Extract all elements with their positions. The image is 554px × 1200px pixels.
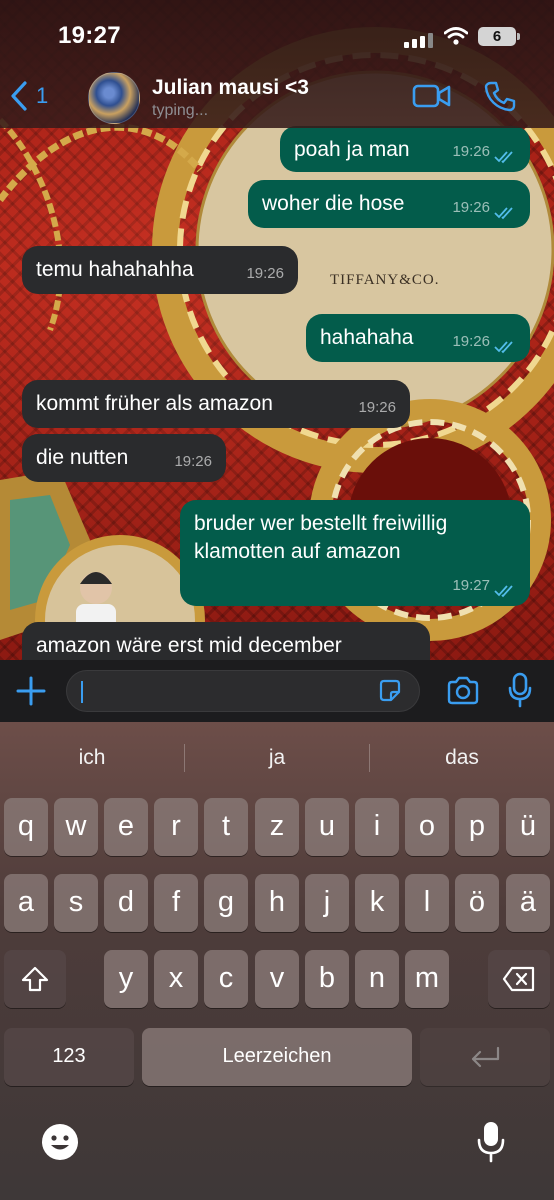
key[interactable]: b [305, 950, 349, 1008]
read-receipt-icon [494, 151, 513, 164]
return-key[interactable] [420, 1028, 550, 1086]
avatar[interactable] [88, 72, 140, 124]
message-bubble[interactable]: poah ja man 19:26 [280, 126, 530, 172]
key[interactable]: e [104, 798, 148, 856]
key[interactable]: ü [506, 798, 550, 856]
backspace-icon [502, 967, 535, 992]
read-receipt-icon [494, 585, 513, 598]
phone-icon[interactable] [484, 80, 516, 112]
key[interactable]: q [4, 798, 48, 856]
key[interactable]: p [455, 798, 499, 856]
message-text: die nutten [36, 446, 129, 469]
shift-key[interactable] [4, 950, 66, 1008]
key[interactable]: n [355, 950, 399, 1008]
message-time: 19:26 [358, 399, 396, 416]
status-bar: 19:27 6 [0, 0, 554, 68]
key[interactable]: g [204, 874, 248, 932]
key[interactable]: ö [455, 874, 499, 932]
message-bubble[interactable]: temu hahahahha 19:26 [22, 246, 298, 294]
text-cursor [81, 681, 83, 703]
microphone-icon[interactable] [508, 672, 532, 708]
message-text: woher die hose [262, 192, 405, 215]
message-bubble[interactable]: hahahaha 19:26 [306, 314, 530, 362]
emoji-icon[interactable] [40, 1122, 80, 1162]
message-time: 19:26 [246, 265, 284, 282]
message-bubble[interactable]: woher die hose 19:26 [248, 180, 530, 228]
wifi-icon [444, 27, 468, 45]
message-bubble[interactable]: die nutten 19:26 [22, 434, 226, 482]
contact-name[interactable]: Julian mausi <3 [152, 76, 309, 100]
message-time: 19:26 [452, 143, 490, 160]
sticker-icon[interactable] [377, 678, 403, 704]
contact-status: typing... [152, 102, 209, 119]
key[interactable]: j [305, 874, 349, 932]
key[interactable]: z [255, 798, 299, 856]
key[interactable]: w [54, 798, 98, 856]
message-text: amazon wäre erst mid december [36, 634, 342, 657]
signal-icon [404, 30, 436, 48]
message-time: 19:26 [452, 199, 490, 216]
suggestion-bar: ich ja das [0, 736, 554, 780]
suggestion-item[interactable]: ich [0, 736, 184, 780]
space-key[interactable]: Leerzeichen [142, 1028, 412, 1086]
key[interactable]: m [405, 950, 449, 1008]
chevron-left-icon [11, 81, 27, 111]
delete-key[interactable] [488, 950, 550, 1008]
status-time: 19:27 [58, 22, 121, 49]
key[interactable]: c [204, 950, 248, 1008]
read-receipt-icon [494, 207, 513, 220]
key[interactable]: i [355, 798, 399, 856]
plus-icon[interactable] [14, 674, 48, 708]
message-bubble[interactable]: amazon wäre erst mid december [22, 622, 430, 660]
return-icon [471, 1047, 500, 1068]
key[interactable]: r [154, 798, 198, 856]
shift-icon [21, 967, 49, 992]
key[interactable]: u [305, 798, 349, 856]
unread-count: 1 [36, 83, 49, 108]
read-receipt-icon [494, 341, 513, 354]
key[interactable]: a [4, 874, 48, 932]
key[interactable]: x [154, 950, 198, 1008]
battery-icon: 6 [478, 27, 520, 46]
message-text: hahahaha [320, 326, 414, 349]
message-time: 19:26 [452, 333, 490, 350]
message-text: kommt früher als amazon [36, 392, 273, 415]
camera-icon[interactable] [446, 676, 480, 706]
message-bubble[interactable]: kommt früher als amazon 19:26 [22, 380, 410, 428]
key[interactable]: s [54, 874, 98, 932]
key[interactable]: l [405, 874, 449, 932]
key[interactable]: y [104, 950, 148, 1008]
message-time: 19:27 [452, 577, 490, 594]
key[interactable]: v [255, 950, 299, 1008]
message-text: poah ja man [294, 138, 410, 161]
keyboard: ich ja das q w e r t z u i o p ü a s d f… [0, 722, 554, 1200]
key[interactable]: t [204, 798, 248, 856]
key[interactable]: f [154, 874, 198, 932]
message-bubble[interactable]: bruder wer bestellt freiwillig klamotten… [180, 500, 530, 606]
dictation-icon[interactable] [476, 1120, 506, 1164]
numbers-key[interactable]: 123 [4, 1028, 134, 1086]
back-button[interactable]: 1 [10, 78, 48, 114]
key[interactable]: h [255, 874, 299, 932]
message-time: 19:26 [174, 453, 212, 470]
composer-bar [0, 660, 554, 722]
key[interactable]: o [405, 798, 449, 856]
suggestion-item[interactable]: ja [185, 736, 369, 780]
message-input[interactable] [66, 670, 420, 712]
key[interactable]: ä [506, 874, 550, 932]
video-call-icon[interactable] [412, 82, 452, 110]
key[interactable]: d [104, 874, 148, 932]
suggestion-item[interactable]: das [370, 736, 554, 780]
message-text: bruder wer bestellt freiwillig klamotten… [194, 512, 448, 563]
key[interactable]: k [355, 874, 399, 932]
message-text: temu hahahahha [36, 258, 194, 281]
